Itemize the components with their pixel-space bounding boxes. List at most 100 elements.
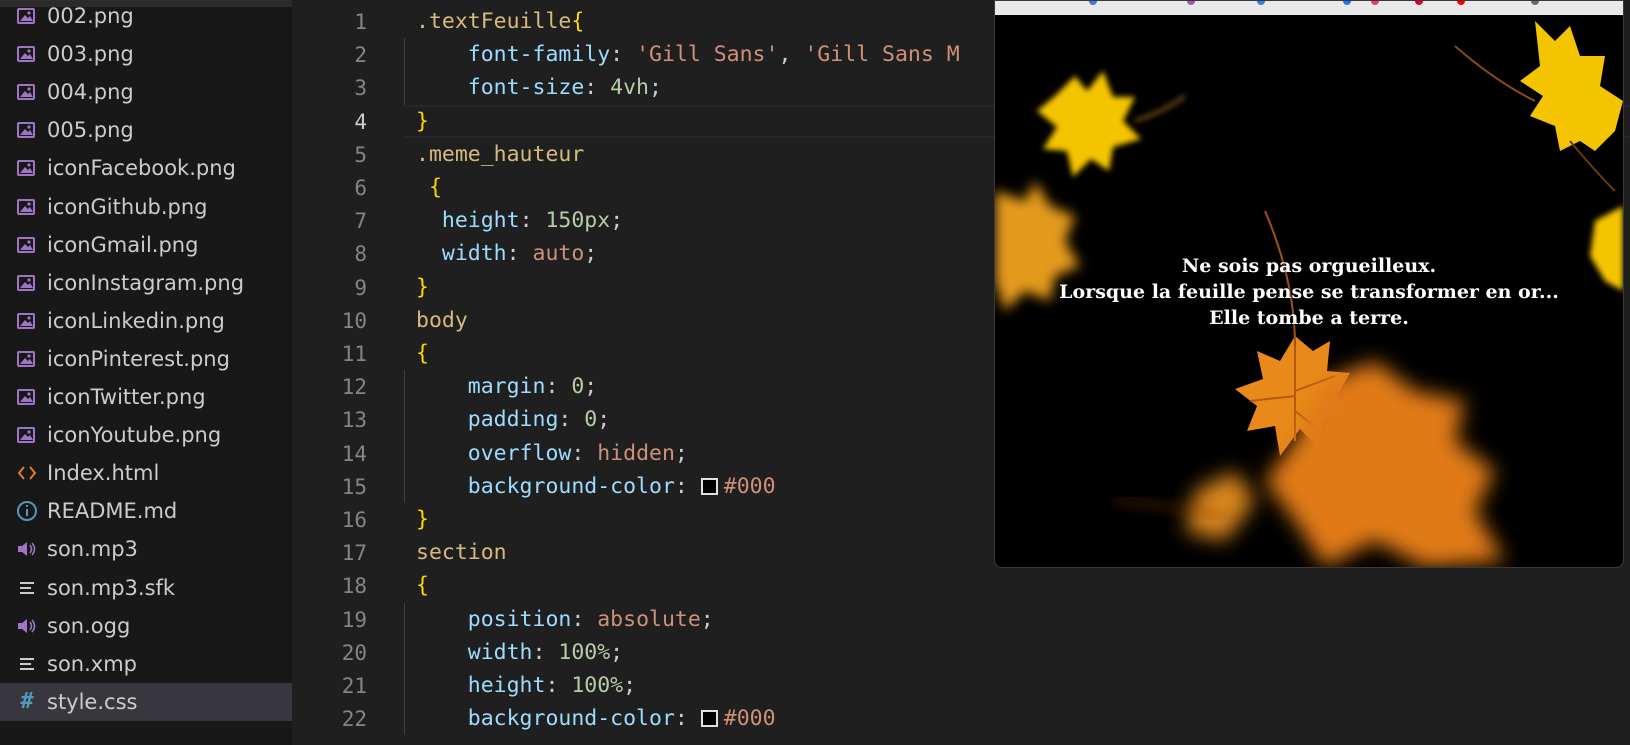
code-line[interactable]: 20 width: 100%;	[292, 636, 1630, 670]
line-number: 6	[354, 176, 367, 200]
code-token: background-color	[416, 706, 675, 732]
file-item[interactable]: son.mp3	[0, 530, 292, 568]
color-swatch[interactable]	[700, 477, 718, 495]
image-icon	[14, 194, 40, 220]
line-number: 21	[341, 674, 367, 698]
code-token: ;	[623, 673, 637, 698]
code-token: }	[416, 108, 429, 134]
code-token: :	[545, 374, 572, 400]
code-token: 4vh	[610, 75, 650, 101]
code-token: ;	[584, 374, 598, 400]
file-name: Index.html	[47, 461, 160, 486]
image-icon	[14, 270, 40, 296]
line-number: 9	[354, 275, 367, 300]
file-item[interactable]: iconGmail.png	[0, 226, 292, 264]
code-token: ;	[610, 208, 624, 234]
code-token: width	[416, 241, 507, 267]
code-text: font-family: 'Gill Sans', 'Gill Sans M	[416, 38, 960, 72]
image-icon	[14, 3, 40, 29]
file-item[interactable]: 005.png	[0, 111, 292, 149]
line-number: 4	[354, 109, 367, 134]
file-name: 004.png	[47, 80, 134, 105]
file-name: iconLinkedin.png	[47, 308, 225, 333]
code-line[interactable]: 18 {	[292, 569, 1630, 603]
image-icon	[14, 117, 40, 143]
text-lines-icon	[14, 651, 40, 677]
code-token: :	[571, 606, 598, 632]
code-token: ,	[778, 42, 805, 68]
code-token: overflow	[416, 440, 572, 466]
code-text: }	[416, 105, 429, 139]
file-item[interactable]: iconFacebook.png	[0, 149, 292, 187]
file-item[interactable]: 003.png	[0, 35, 292, 73]
code-text: }	[416, 271, 429, 305]
file-item[interactable]: iconInstagram.png	[0, 264, 292, 302]
code-text: height: 150px;	[416, 204, 623, 238]
code-text: {	[416, 337, 429, 371]
code-text: {	[416, 569, 429, 603]
code-text: width: auto;	[416, 237, 597, 271]
file-name: 002.png	[47, 4, 134, 28]
file-explorer: 002.png 003.png 004.png 005.png iconFacebook…	[0, 0, 292, 745]
file-item[interactable]: 004.png	[0, 73, 292, 111]
image-icon	[14, 79, 40, 105]
file-item[interactable]: 002.png	[0, 0, 292, 35]
code-text: margin: 0;	[416, 370, 597, 404]
line-number: 5	[354, 142, 367, 167]
code-text: font-size: 4vh;	[416, 71, 662, 105]
file-item[interactable]: iconPinterest.png	[0, 340, 292, 378]
line-number: 16	[341, 508, 367, 532]
color-swatch[interactable]	[700, 710, 718, 728]
file-item[interactable]: iconLinkedin.png	[0, 302, 292, 340]
code-token: hidden	[597, 440, 675, 466]
code-text: background-color: #000	[416, 470, 776, 504]
file-item[interactable]: son.mp3.sfk	[0, 569, 292, 607]
code-text: background-color: #000	[416, 702, 776, 736]
file-item[interactable]: iconTwitter.png	[0, 378, 292, 416]
code-text: .meme_hauteur	[416, 138, 584, 172]
code-token: {	[416, 175, 442, 200]
code-token: {	[571, 9, 585, 34]
code-line[interactable]: 19 position: absolute;	[292, 603, 1630, 637]
image-icon	[14, 346, 40, 372]
file-name: son.ogg	[47, 613, 131, 638]
text-lines-icon	[14, 575, 40, 601]
code-line[interactable]: 21 height: 100%;	[292, 669, 1630, 703]
line-number: 13	[341, 408, 367, 433]
file-item[interactable]: iconGithub.png	[0, 188, 292, 226]
line-number: 20	[341, 640, 367, 665]
line-number: 11	[341, 342, 367, 366]
code-token: .meme_hauteur	[416, 141, 585, 167]
file-name: son.mp3	[47, 537, 138, 562]
file-item[interactable]: Index.html	[0, 454, 292, 492]
code-token: ;	[700, 606, 714, 632]
image-icon	[14, 232, 40, 258]
code-token: #000	[723, 473, 776, 499]
hash-icon: #	[20, 689, 34, 715]
image-icon	[14, 384, 40, 410]
file-item[interactable]: son.xmp	[0, 645, 292, 683]
code-token: }	[416, 507, 429, 532]
file-item[interactable]: README.md	[0, 492, 292, 530]
image-icon	[14, 41, 40, 67]
file-name: iconInstagram.png	[47, 270, 245, 295]
code-token: :	[519, 208, 546, 234]
file-item[interactable]: iconYoutube.png	[0, 416, 292, 454]
file-item[interactable]: # style.css	[0, 682, 292, 721]
line-number: 1	[354, 10, 367, 34]
code-token: 150px	[545, 208, 611, 234]
code-token: :	[532, 639, 559, 665]
code-token: ;	[597, 407, 611, 433]
file-name: son.xmp	[47, 651, 137, 676]
file-item[interactable]: son.ogg	[0, 607, 292, 645]
code-text: {	[416, 171, 442, 205]
browser-preview-window[interactable]: Ne sois pas orgueilleux. Lorsque la feui…	[994, 0, 1624, 568]
code-line[interactable]: 22 background-color: #000	[292, 702, 1630, 736]
code-token: :	[571, 440, 598, 466]
line-number: 3	[354, 76, 367, 101]
quote-text: Ne sois pas orgueilleux. Lorsque la feui…	[995, 253, 1623, 331]
line-number: 17	[341, 541, 367, 566]
code-token: :	[506, 241, 533, 267]
code-text: }	[416, 503, 429, 537]
code-token: :	[674, 706, 701, 732]
